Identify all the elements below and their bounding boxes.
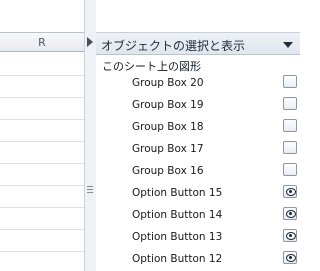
shape-list-item[interactable]: Option Button 12: [96, 248, 300, 270]
box-icon[interactable]: [283, 97, 297, 110]
grid-line: [0, 185, 84, 186]
shape-name: Group Box 20: [132, 77, 204, 89]
grid-line: [0, 97, 84, 98]
shape-list-item[interactable]: Option Button 14: [96, 204, 300, 226]
box-icon[interactable]: [283, 119, 297, 132]
grid-line: [0, 251, 84, 252]
shape-list-item[interactable]: Group Box 16: [96, 160, 300, 182]
shape-name: Option Button 14: [132, 209, 223, 221]
grid-line: [0, 207, 84, 208]
column-header-r[interactable]: R: [0, 32, 84, 52]
shape-name: Group Box 19: [132, 99, 204, 111]
eye-icon[interactable]: [283, 207, 297, 220]
shape-list-item[interactable]: Group Box 20: [96, 72, 300, 94]
resize-grip-icon[interactable]: [87, 186, 93, 194]
shape-name: Option Button 12: [132, 253, 223, 265]
box-icon[interactable]: [283, 141, 297, 154]
selection-pane-header[interactable]: オブジェクトの選択と表示: [96, 32, 300, 55]
selection-pane-title: オブジェクトの選択と表示: [101, 39, 246, 53]
shape-list-item[interactable]: Option Button 15: [96, 182, 300, 204]
shape-list-item[interactable]: Group Box 18: [96, 116, 300, 138]
grid-line: [0, 163, 84, 164]
box-icon[interactable]: [283, 163, 297, 176]
grid-line: [0, 229, 84, 230]
shape-name: Option Button 15: [132, 187, 223, 199]
eye-icon[interactable]: [283, 251, 297, 264]
selection-pane: オブジェクトの選択と表示 このシート上の図形 Group Box 20 Grou…: [96, 0, 300, 271]
shape-list-item[interactable]: Group Box 17: [96, 138, 300, 160]
dropdown-arrow-icon[interactable]: [283, 42, 293, 48]
pane-top-band: [96, 0, 300, 32]
grid-line: [0, 119, 84, 120]
grid-line: [0, 141, 84, 142]
shape-name: Group Box 18: [132, 121, 204, 133]
collapse-arrow-icon[interactable]: [87, 37, 93, 47]
box-icon[interactable]: [283, 75, 297, 88]
column-header-label: R: [38, 36, 46, 49]
eye-icon[interactable]: [283, 185, 297, 198]
shape-list-item[interactable]: Option Button 13: [96, 226, 300, 248]
shape-list-item[interactable]: Group Box 19: [96, 94, 300, 116]
sheet-top-band: [0, 0, 84, 32]
pane-splitter[interactable]: [84, 0, 96, 271]
shape-name: Group Box 17: [132, 143, 204, 155]
shape-name: Group Box 16: [132, 165, 204, 177]
eye-icon[interactable]: [283, 229, 297, 242]
spreadsheet-area[interactable]: R: [0, 0, 84, 271]
shape-name: Option Button 13: [132, 231, 223, 243]
grid-line: [0, 75, 84, 76]
